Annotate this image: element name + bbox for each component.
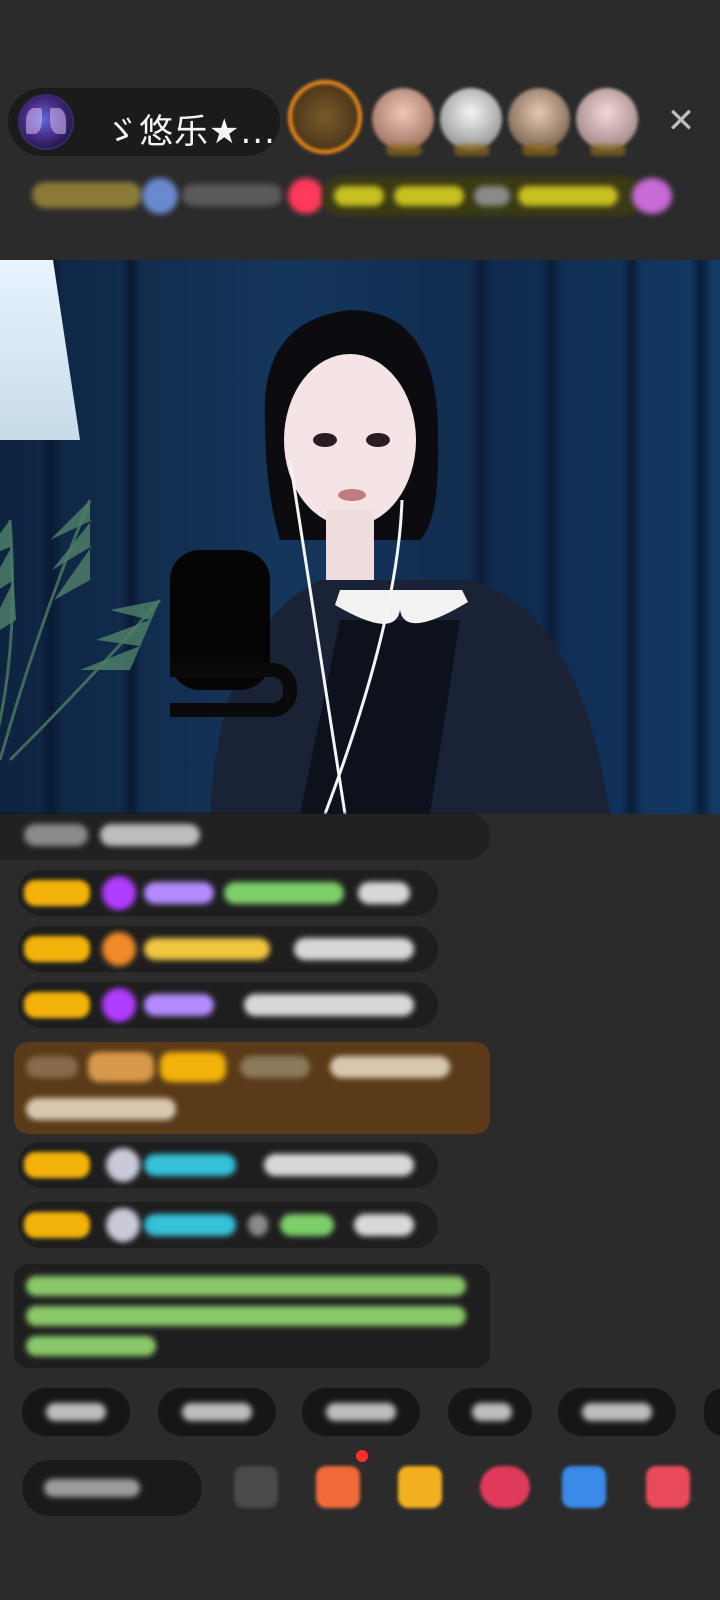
lamp bbox=[0, 260, 80, 440]
host-name: ゞ悠乐★... bbox=[104, 112, 276, 152]
ticker-text bbox=[394, 186, 464, 206]
notification-dot bbox=[356, 1450, 368, 1462]
quick-reply-label bbox=[46, 1403, 106, 1421]
viewer-avatar[interactable] bbox=[292, 84, 358, 150]
chat-text bbox=[248, 1214, 268, 1236]
notice-text bbox=[26, 1306, 466, 1326]
fan-icon bbox=[102, 932, 136, 966]
avatar-wing-left bbox=[26, 108, 42, 134]
chat-message[interactable] bbox=[18, 1202, 438, 1248]
user-avatar bbox=[106, 1148, 140, 1182]
gift-badge bbox=[88, 1052, 154, 1082]
chat-text bbox=[294, 938, 414, 960]
chat-message[interactable] bbox=[18, 870, 438, 916]
level-badge bbox=[24, 992, 90, 1018]
chat-message[interactable] bbox=[18, 982, 438, 1028]
gift-event-icon[interactable] bbox=[632, 178, 672, 214]
notice-text bbox=[26, 1336, 156, 1356]
quick-reply[interactable] bbox=[22, 1388, 130, 1436]
chat-text bbox=[244, 994, 414, 1016]
chat-text bbox=[26, 1098, 176, 1120]
game-icon[interactable] bbox=[562, 1466, 606, 1508]
fans-chip[interactable] bbox=[182, 184, 282, 206]
emoji-icon[interactable] bbox=[234, 1466, 278, 1508]
chat-text bbox=[354, 1214, 414, 1236]
chat-name bbox=[144, 938, 270, 960]
chat-name bbox=[240, 1056, 310, 1078]
level-badge bbox=[24, 1212, 90, 1238]
chat-name bbox=[24, 824, 88, 846]
shop-icon[interactable] bbox=[646, 1466, 690, 1508]
system-notice bbox=[14, 1264, 490, 1368]
quick-reply[interactable] bbox=[558, 1388, 676, 1436]
live-icon bbox=[288, 178, 324, 214]
notice-text bbox=[26, 1276, 466, 1296]
chat-name bbox=[280, 1214, 334, 1236]
chat-name bbox=[144, 1214, 236, 1236]
avatar-wing-right bbox=[50, 108, 66, 134]
vip-icon bbox=[102, 988, 136, 1022]
ticker-text bbox=[474, 186, 510, 206]
live-stream-screen: ゞ悠乐★... ✕ bbox=[0, 0, 720, 1600]
quick-reply-label bbox=[182, 1403, 252, 1421]
quick-reply-label bbox=[582, 1403, 652, 1421]
chat-name bbox=[144, 1154, 236, 1176]
viewer-avatar[interactable] bbox=[372, 88, 434, 156]
quick-reply-label bbox=[326, 1403, 396, 1421]
chat-message[interactable] bbox=[18, 926, 438, 972]
chat-name bbox=[144, 882, 214, 904]
live-video[interactable] bbox=[0, 260, 720, 814]
viewer-rank-badge bbox=[590, 144, 626, 156]
viewer-avatar[interactable] bbox=[440, 88, 502, 156]
chat-text bbox=[100, 824, 200, 846]
viewer-avatar[interactable] bbox=[576, 88, 638, 156]
stream-status-row bbox=[22, 172, 702, 220]
close-icon[interactable]: ✕ bbox=[664, 104, 698, 138]
plant bbox=[0, 499, 162, 762]
quick-reply[interactable] bbox=[302, 1388, 420, 1436]
quick-reply[interactable] bbox=[704, 1388, 720, 1436]
rank-chip[interactable] bbox=[32, 182, 142, 208]
host-info-pill[interactable]: ゞ悠乐★... bbox=[8, 88, 280, 156]
gift-sender bbox=[26, 1056, 78, 1078]
level-badge bbox=[24, 936, 90, 962]
fans-icon bbox=[142, 178, 178, 214]
gift-message-card[interactable] bbox=[14, 1042, 490, 1134]
chat-text bbox=[358, 882, 410, 904]
quick-reply[interactable] bbox=[158, 1388, 276, 1436]
chat-text bbox=[264, 1154, 414, 1176]
host-avatar[interactable] bbox=[18, 94, 74, 150]
more-icon[interactable] bbox=[480, 1466, 530, 1508]
level-badge bbox=[24, 1152, 90, 1178]
viewer-avatar[interactable] bbox=[508, 88, 570, 156]
chat-message[interactable] bbox=[0, 812, 490, 860]
comment-placeholder bbox=[44, 1479, 140, 1497]
viewer-rank-badge bbox=[386, 144, 422, 156]
chat-text bbox=[330, 1056, 450, 1078]
comment-input[interactable] bbox=[22, 1460, 202, 1516]
chat-name bbox=[224, 882, 344, 904]
chat-name bbox=[144, 994, 214, 1016]
viewer-rank-badge bbox=[522, 144, 558, 156]
level-badge bbox=[24, 880, 90, 906]
ticker-text bbox=[518, 186, 618, 206]
viewer-rank-badge bbox=[454, 144, 490, 156]
level-badge bbox=[160, 1052, 226, 1082]
vip-icon bbox=[102, 876, 136, 910]
user-avatar bbox=[106, 1208, 140, 1242]
curtain bbox=[690, 260, 712, 814]
quick-reply-label bbox=[472, 1403, 512, 1421]
gift-icon[interactable] bbox=[316, 1466, 360, 1508]
ticker-text bbox=[334, 186, 384, 206]
streamer bbox=[170, 310, 610, 814]
quick-reply[interactable] bbox=[448, 1388, 532, 1436]
share-icon[interactable] bbox=[398, 1466, 442, 1508]
chat-message[interactable] bbox=[18, 1142, 438, 1188]
